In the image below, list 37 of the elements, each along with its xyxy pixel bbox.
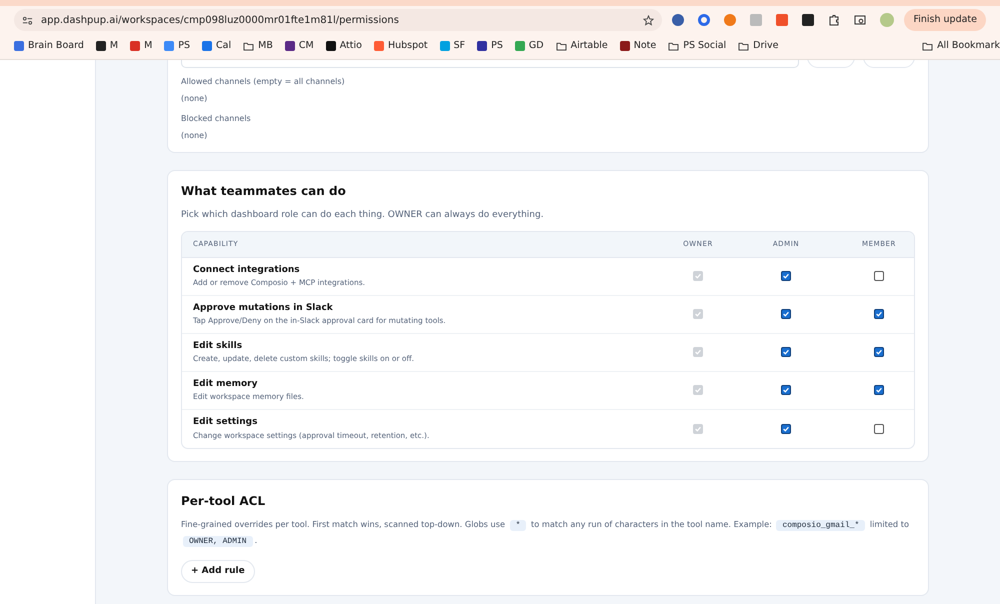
bookmark[interactable]: Hubspot xyxy=(374,38,428,54)
all-bookmarks[interactable]: All Bookmark xyxy=(922,38,1000,54)
bookmark[interactable]: M xyxy=(96,38,118,54)
section-title: What teammates can do xyxy=(181,183,347,200)
list-value: (none) xyxy=(181,130,208,142)
bookmark[interactable]: SF xyxy=(440,38,466,54)
section-title: Per-tool ACL xyxy=(181,492,266,510)
capability-name: Connect integrations xyxy=(193,264,301,277)
inline-code: * xyxy=(510,520,526,530)
bookmark[interactable]: PS Social xyxy=(668,38,726,54)
bookmark[interactable]: Drive xyxy=(738,38,778,54)
section-description: Fine-grained overrides per tool. First match wins, scanned top-down. Globs use * to match any run of characters in the tool name. Example: composio_gmail_* limited to OWNER, ADMIN . xyxy=(181,518,910,548)
list-value: (none) xyxy=(181,93,208,105)
bookmark[interactable]: Note xyxy=(620,38,656,54)
bookmark[interactable]: PS xyxy=(164,38,190,54)
bookmark[interactable]: CM xyxy=(284,38,314,54)
finish-update-button[interactable]: Finish update xyxy=(904,9,986,31)
inline-code: composio_gmail_* xyxy=(776,520,866,530)
url-text: app.dashpup.ai/workspaces/cmp098luz0000mr01fte1m81l/permissions xyxy=(41,14,400,28)
capability-name: Edit skills xyxy=(193,340,244,353)
capability-name: Edit settings xyxy=(193,416,258,430)
bookmark[interactable]: GD xyxy=(514,38,544,54)
bookmark[interactable]: Attio xyxy=(326,38,362,54)
bookmark[interactable]: Cal xyxy=(202,38,232,54)
list-label: Allowed channels (empty = all channels) xyxy=(181,76,346,88)
bookmark[interactable]: MB xyxy=(243,38,273,54)
list-label: Blocked channels xyxy=(181,113,252,125)
capability-name: Approve mutations in Slack xyxy=(193,302,334,315)
add-rule-button[interactable]: + Add rule xyxy=(181,560,255,583)
bookmark[interactable]: M xyxy=(130,38,152,54)
bookmark[interactable]: PS xyxy=(477,38,503,54)
section-description: Pick which dashboard role can do each thing. OWNER can always do everything. xyxy=(181,209,545,222)
bookmark[interactable]: Brain Board xyxy=(14,38,84,54)
address-bar[interactable]: app.dashpup.ai/workspaces/cmp098luz0000mr01fte1m81l/permissions xyxy=(14,9,662,31)
capability-name: Edit memory xyxy=(193,378,258,391)
inline-code: OWNER, ADMIN xyxy=(183,536,253,546)
bookmark[interactable]: Airtable xyxy=(556,38,608,54)
